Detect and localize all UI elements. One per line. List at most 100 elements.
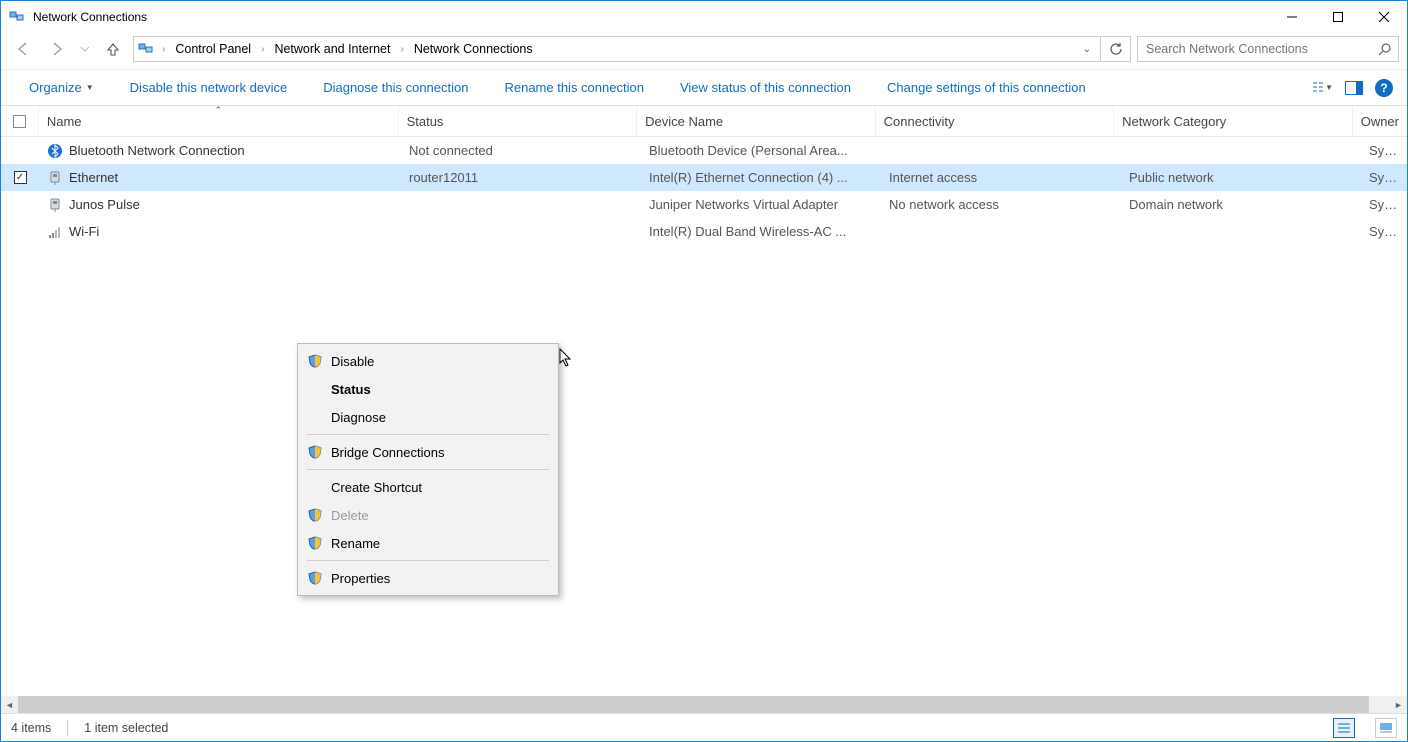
search-box[interactable]	[1137, 36, 1399, 62]
column-owner[interactable]: Owner	[1353, 106, 1407, 136]
search-input[interactable]	[1144, 41, 1378, 57]
horizontal-scrollbar[interactable]: ◄ ►	[1, 696, 1407, 713]
window-title: Network Connections	[33, 10, 147, 24]
row-name[interactable]: Ethernet	[39, 170, 401, 186]
ctx-bridge[interactable]: Bridge Connections	[301, 438, 555, 466]
separator	[307, 434, 549, 435]
titlebar: Network Connections	[1, 1, 1407, 33]
rename-connection-button[interactable]: Rename this connection	[486, 76, 661, 99]
change-settings-button[interactable]: Change settings of this connection	[869, 76, 1104, 99]
ctx-delete: Delete	[301, 501, 555, 529]
ctx-properties[interactable]: Properties	[301, 564, 555, 592]
shield-icon	[307, 507, 323, 523]
view-status-button[interactable]: View status of this connection	[662, 76, 869, 99]
refresh-button[interactable]	[1101, 36, 1131, 62]
column-status[interactable]: Status	[399, 106, 638, 136]
ctx-rename[interactable]: Rename	[301, 529, 555, 557]
row-owner: System	[1361, 224, 1407, 239]
shield-icon	[307, 535, 323, 551]
ctx-disable[interactable]: Disable	[301, 347, 555, 375]
breadcrumb-control-panel[interactable]: Control Panel	[173, 40, 253, 58]
ethernet-icon	[47, 170, 63, 186]
chevron-right-icon: ›	[396, 44, 407, 55]
column-name[interactable]: Name ⌃	[39, 106, 399, 136]
item-count: 4 items	[11, 721, 51, 735]
path-icon	[138, 41, 154, 57]
sort-asc-icon: ⌃	[214, 105, 222, 116]
chevron-right-icon: ›	[158, 44, 169, 55]
forward-button[interactable]	[43, 35, 71, 63]
network-connections-icon	[9, 9, 25, 25]
connection-name-label: Bluetooth Network Connection	[69, 143, 245, 158]
cursor-icon	[559, 348, 573, 368]
row-category: Domain network	[1121, 197, 1361, 212]
row-connectivity: No network access	[881, 197, 1121, 212]
details-view-button[interactable]	[1333, 718, 1355, 738]
ctx-diagnose[interactable]: Diagnose	[301, 403, 555, 431]
column-headers: Name ⌃ Status Device Name Connectivity N…	[1, 105, 1407, 137]
connection-row[interactable]: Wi-Fi Intel(R) Dual Band Wireless-AC ...…	[1, 218, 1407, 245]
scroll-left-button[interactable]: ◄	[1, 696, 18, 713]
breadcrumb-network-connections[interactable]: Network Connections	[412, 40, 535, 58]
scroll-thumb[interactable]	[18, 696, 1369, 713]
address-row: › Control Panel › Network and Internet ›…	[1, 33, 1407, 69]
column-check[interactable]	[1, 106, 39, 136]
back-button[interactable]	[9, 35, 37, 63]
row-device: Intel(R) Ethernet Connection (4) ...	[641, 170, 881, 185]
connection-list: Bluetooth Network Connection Not connect…	[1, 137, 1407, 696]
divider	[67, 720, 68, 736]
row-status: Not connected	[401, 143, 641, 158]
window: Network Connections	[0, 0, 1408, 742]
bluetooth-icon	[47, 143, 63, 159]
help-button[interactable]: ?	[1375, 79, 1393, 97]
connection-row[interactable]: ✓ Ethernet router12011 Intel(R) Ethernet…	[1, 164, 1407, 191]
scroll-right-button[interactable]: ►	[1390, 696, 1407, 713]
large-icons-view-button[interactable]	[1375, 718, 1397, 738]
connection-name-label: Ethernet	[69, 170, 118, 185]
search-icon	[1378, 42, 1392, 56]
row-device: Intel(R) Dual Band Wireless-AC ...	[641, 224, 881, 239]
recent-dropdown[interactable]	[77, 35, 93, 63]
connection-name-label: Junos Pulse	[69, 197, 140, 212]
ctx-status[interactable]: Status	[301, 375, 555, 403]
separator	[307, 560, 549, 561]
breadcrumb-network-internet[interactable]: Network and Internet	[272, 40, 392, 58]
row-name[interactable]: Bluetooth Network Connection	[39, 143, 401, 159]
row-device: Juniper Networks Virtual Adapter	[641, 197, 881, 212]
column-connectivity[interactable]: Connectivity	[876, 106, 1115, 136]
row-status: router12011	[401, 170, 641, 185]
up-button[interactable]	[99, 35, 127, 63]
row-name[interactable]: Junos Pulse	[39, 197, 401, 213]
row-connectivity: Internet access	[881, 170, 1121, 185]
toolbar: Organize▼ Disable this network device Di…	[1, 69, 1407, 105]
scroll-track[interactable]	[18, 696, 1390, 713]
shield-icon	[307, 570, 323, 586]
address-bar[interactable]: › Control Panel › Network and Internet ›…	[133, 36, 1101, 62]
shield-icon	[307, 353, 323, 369]
column-category[interactable]: Network Category	[1114, 106, 1353, 136]
connection-row[interactable]: Junos Pulse Juniper Networks Virtual Ada…	[1, 191, 1407, 218]
selected-count: 1 item selected	[84, 721, 168, 735]
disable-device-button[interactable]: Disable this network device	[112, 76, 306, 99]
row-checkbox[interactable]: ✓	[1, 171, 39, 184]
context-menu: Disable Status Diagnose Bridge Connectio…	[297, 343, 559, 596]
close-button[interactable]	[1361, 1, 1407, 33]
preview-pane-button[interactable]	[1343, 77, 1365, 99]
minimize-button[interactable]	[1269, 1, 1315, 33]
separator	[307, 469, 549, 470]
diagnose-connection-button[interactable]: Diagnose this connection	[305, 76, 486, 99]
organize-button[interactable]: Organize▼	[11, 76, 112, 99]
history-dropdown[interactable]: ⌄	[1078, 44, 1096, 55]
row-owner: System	[1361, 170, 1407, 185]
row-owner: System	[1361, 143, 1407, 158]
ethernet-icon	[47, 197, 63, 213]
row-device: Bluetooth Device (Personal Area...	[641, 143, 881, 158]
row-name[interactable]: Wi-Fi	[39, 224, 401, 240]
status-bar: 4 items 1 item selected	[1, 713, 1407, 741]
connection-row[interactable]: Bluetooth Network Connection Not connect…	[1, 137, 1407, 164]
ctx-shortcut[interactable]: Create Shortcut	[301, 473, 555, 501]
column-device[interactable]: Device Name	[637, 106, 876, 136]
shield-icon	[307, 444, 323, 460]
maximize-button[interactable]	[1315, 1, 1361, 33]
view-options-button[interactable]: ▼	[1311, 77, 1333, 99]
